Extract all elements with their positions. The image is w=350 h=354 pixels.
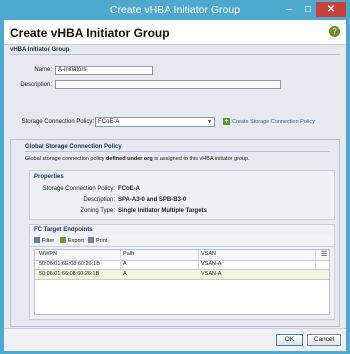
global-policy-panel: Global Storage Connection Policy Global … xyxy=(10,139,340,327)
storage-policy-select[interactable]: FCoE-A ▼ xyxy=(95,117,215,127)
description-label: Description: xyxy=(20,82,52,88)
dialog-footer: OK Cancel xyxy=(4,328,346,351)
global-policy-divider xyxy=(25,151,330,152)
fc-targets-table: WWPN Path VSAN ☰ 50:06:01:6E:08:60:26:1B… xyxy=(34,249,330,315)
prop-label: Zoning Type: xyxy=(80,208,115,214)
add-icon[interactable]: + xyxy=(223,118,230,125)
print-icon xyxy=(88,237,94,243)
prop-value: SPA-A3-0 and SPB-B3-0 xyxy=(118,197,187,203)
prop-value: Single Initiator Multiple Targets xyxy=(118,208,207,214)
dialog-body: vHBA Initiator Group Name: A-initiators … xyxy=(4,45,346,328)
properties-title: Properties xyxy=(34,174,64,180)
column-header-wwpn[interactable]: WWPN xyxy=(39,250,57,259)
dialog-window: Create vHBA Initiator Group – ☐ ✕ Create… xyxy=(0,0,350,354)
fc-targets-toolbar: Filter Export Print xyxy=(30,235,334,247)
path-cell: A xyxy=(123,261,127,267)
title-bar[interactable]: Create vHBA Initiator Group – ☐ ✕ xyxy=(0,0,350,20)
description-input[interactable] xyxy=(55,80,281,89)
table-row[interactable]: 50:06:01:66:08:60:26:1B A VSAN-A xyxy=(35,270,329,280)
properties-panel: Properties Storage Connection Policy: FC… xyxy=(29,170,335,220)
storage-policy-label: Storage Connection Policy: xyxy=(21,119,94,125)
print-button[interactable]: Print xyxy=(88,237,107,244)
path-cell: A xyxy=(123,271,127,277)
create-storage-policy-link[interactable]: Create Storage Connection Policy xyxy=(232,119,315,125)
filter-button[interactable]: Filter xyxy=(34,237,54,244)
fc-targets-panel: FC Target Endpoints Filter Export Print … xyxy=(29,224,335,320)
column-header-path[interactable]: Path xyxy=(123,250,134,259)
filter-icon xyxy=(34,237,40,243)
prop-label: Storage Connection Policy: xyxy=(42,186,115,192)
table-row[interactable]: 50:06:01:6E:08:60:26:1B A VSAN-A xyxy=(35,260,329,270)
ok-button[interactable]: OK xyxy=(276,334,303,346)
section-title-initiator-group: vHBA Initiator Group xyxy=(10,47,70,53)
vsan-cell: VSAN-A xyxy=(201,261,222,267)
chevron-down-icon: ▼ xyxy=(207,119,212,125)
dialog-client: Create vHBA Initiator Group ? vHBA Initi… xyxy=(4,20,346,351)
column-header-vsan[interactable]: VSAN xyxy=(201,250,216,259)
wwpn-cell: 50:06:01:6E:08:60:26:1B xyxy=(39,261,100,267)
prop-value: FCoE-A xyxy=(118,186,140,192)
section-divider xyxy=(10,54,340,55)
help-icon[interactable]: ? xyxy=(329,26,340,37)
prop-label: Description: xyxy=(83,197,115,203)
wwpn-cell: 50:06:01:66:08:60:26:1B xyxy=(39,271,100,277)
fc-targets-title: FC Target Endpoints xyxy=(34,227,93,233)
global-policy-title: Global Storage Connection Policy xyxy=(25,144,122,150)
name-label: Name: xyxy=(34,67,52,73)
dialog-header: Create vHBA Initiator Group ? xyxy=(4,20,346,45)
vsan-cell: VSAN-A xyxy=(201,271,222,277)
export-button[interactable]: Export xyxy=(60,237,84,244)
storage-policy-value: FCoE-A xyxy=(98,119,120,125)
global-policy-message: Global storage connection policy defined… xyxy=(25,156,250,162)
cancel-button[interactable]: Cancel xyxy=(307,334,341,346)
dialog-title: Create vHBA Initiator Group xyxy=(10,26,170,40)
column-chooser-icon[interactable]: ☰ xyxy=(321,250,327,259)
name-input[interactable]: A-initiators xyxy=(55,66,153,75)
close-button[interactable]: ✕ xyxy=(316,2,346,17)
export-icon xyxy=(60,237,66,243)
